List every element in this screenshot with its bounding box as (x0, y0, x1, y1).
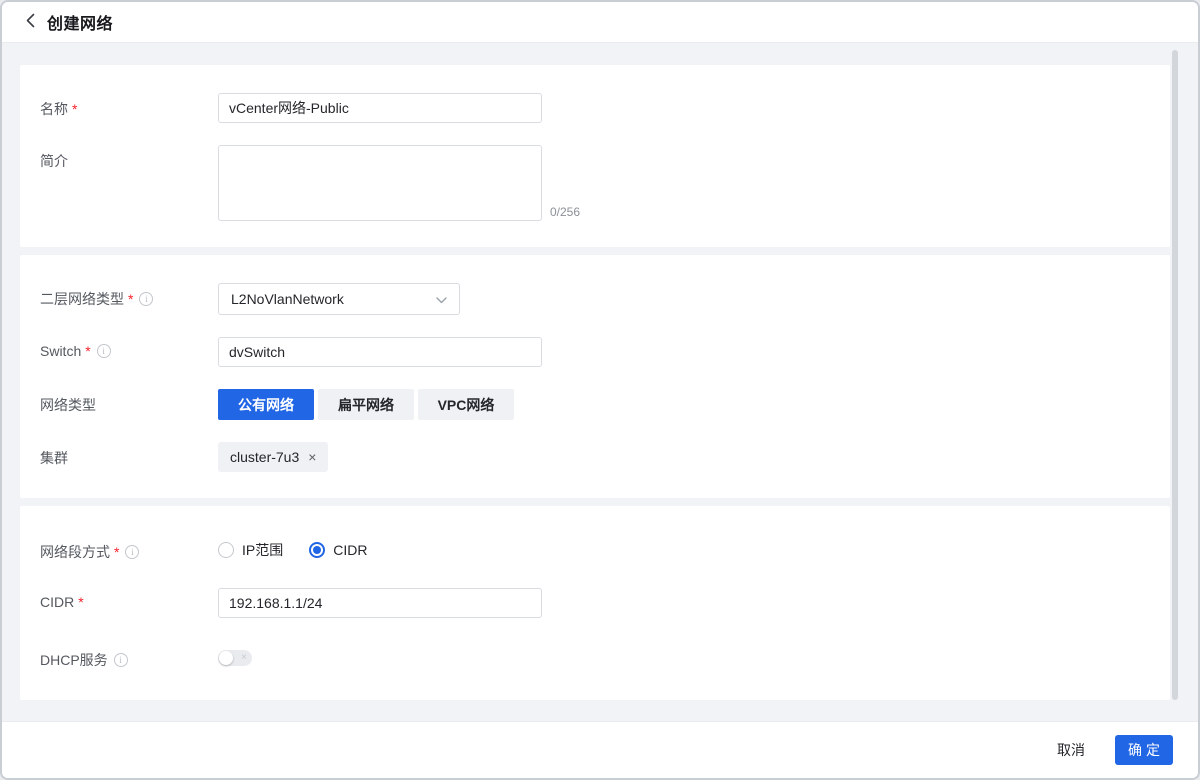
network-type-button-group: 公有网络 扁平网络 VPC网络 (218, 389, 514, 420)
dhcp-label: DHCP服务 (40, 652, 108, 668)
switch-label: Switch (40, 343, 82, 359)
network-type-option-flat[interactable]: 扁平网络 (318, 389, 414, 420)
cidr-label-group: CIDR * (40, 588, 218, 610)
radio-circle-icon (218, 542, 234, 558)
cidr-label: CIDR (40, 594, 75, 610)
page-header: 创建网络 (2, 2, 1198, 43)
cluster-tag-text: cluster-7u3 (230, 449, 300, 465)
chevron-left-icon (26, 13, 35, 31)
network-type-row: 网络类型 公有网络 扁平网络 VPC网络 (40, 389, 1150, 420)
info-icon[interactable]: i (139, 292, 154, 306)
l2-type-row: 二层网络类型 * i L2NoVlanNetwork (40, 283, 1150, 315)
required-mark: * (78, 594, 84, 610)
char-counter: 0/256 (550, 205, 581, 219)
required-mark: * (128, 291, 134, 307)
name-input[interactable] (218, 93, 542, 123)
radio-cidr-label: CIDR (333, 542, 368, 558)
switch-label-group: Switch * i (40, 337, 218, 359)
dhcp-row: DHCP服务 i × (40, 644, 1150, 670)
switch-input[interactable] (218, 337, 542, 367)
cluster-tag: cluster-7u3 × (218, 442, 329, 472)
name-row: 名称 * (40, 93, 1150, 123)
cancel-button[interactable]: 取消 (1057, 740, 1085, 760)
basic-info-card: 名称* 简介 0/256 (20, 65, 1170, 247)
description-wrap: 0/256 (218, 145, 580, 221)
info-icon[interactable]: i (113, 653, 128, 667)
network-type-option-vpc[interactable]: VPC网络 (418, 389, 514, 420)
toggle-off-icon: × (241, 652, 247, 663)
vertical-scrollbar-thumb[interactable] (1172, 50, 1178, 700)
network-type-label: 网络类型 (40, 397, 96, 413)
l2-type-select[interactable]: L2NoVlanNetwork (218, 283, 460, 315)
cluster-label: 集群 (40, 450, 68, 466)
required-mark: * (72, 101, 78, 117)
radio-ip-range[interactable]: IP范围 (218, 540, 283, 560)
radio-cidr[interactable]: CIDR (309, 540, 367, 560)
description-label-group: 简介 (40, 145, 218, 171)
create-network-page: 创建网络 名称* 简介 0/256 (0, 0, 1200, 780)
cluster-label-group: 集群 (40, 442, 218, 468)
description-row: 简介 0/256 (40, 145, 1150, 221)
name-label-group: 名称 * (40, 93, 218, 119)
radio-ip-range-label: IP范围 (242, 542, 284, 558)
description-label: 简介 (40, 153, 68, 169)
footer-action-bar: 取消 确定 (2, 721, 1198, 778)
l2-type-label-group: 二层网络类型 * i (40, 283, 218, 309)
dhcp-label-group: DHCP服务 i (40, 644, 218, 670)
cidr-input[interactable] (218, 588, 542, 618)
required-mark: * (114, 544, 120, 560)
chevron-down-icon (436, 291, 447, 307)
cluster-row: 集群 cluster-7u3 × (40, 442, 1150, 472)
segment-mode-label: 网络段方式 (40, 544, 110, 560)
info-icon[interactable]: i (125, 545, 140, 559)
segment-card: 网络段方式 * i IP范围 CIDR CIDR * 192.168.1.1/2… (20, 506, 1170, 700)
segment-mode-row: 网络段方式 * i IP范围 CIDR (40, 536, 1150, 562)
page-title: 创建网络 (47, 16, 114, 33)
dhcp-toggle[interactable]: × (218, 650, 252, 666)
l2-type-selected-value: L2NoVlanNetwork (231, 291, 344, 307)
network-type-option-public[interactable]: 公有网络 (218, 389, 314, 420)
radio-circle-icon (309, 542, 326, 558)
l2-network-card: 二层网络类型 * i L2NoVlanNetwork Switch * i dv… (20, 255, 1170, 498)
segment-mode-label-group: 网络段方式 * i (40, 536, 218, 562)
segment-mode-radio-group: IP范围 CIDR (218, 536, 367, 560)
info-icon[interactable]: i (96, 344, 111, 358)
cidr-row: CIDR * (40, 588, 1150, 618)
network-type-label-group: 网络类型 (40, 389, 218, 415)
tag-remove-icon[interactable]: × (308, 450, 316, 464)
name-label: 名称 (40, 101, 68, 117)
description-textarea[interactable] (218, 145, 542, 221)
confirm-button[interactable]: 确定 (1115, 735, 1173, 765)
back-button[interactable] (26, 13, 35, 31)
l2-type-label: 二层网络类型 (40, 291, 124, 307)
form-scroll-area: 名称* 简介 0/256 二层网络类型* i (2, 43, 1198, 700)
required-mark: * (85, 343, 91, 359)
switch-row: Switch * i (40, 337, 1150, 367)
